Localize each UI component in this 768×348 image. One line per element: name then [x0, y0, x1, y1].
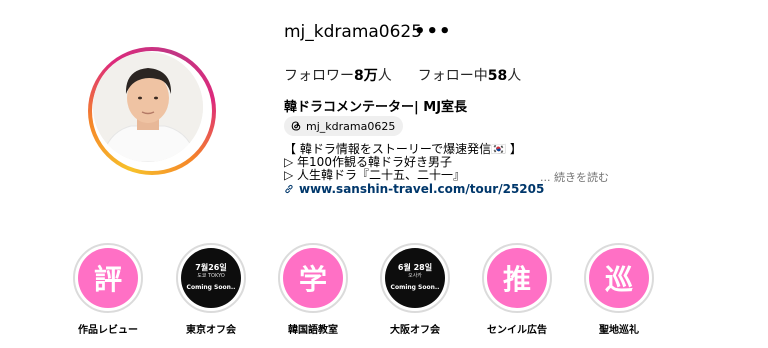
following-stat[interactable]: フォロー中58人	[418, 65, 521, 85]
highlight-label: 韓国語教室	[288, 325, 338, 336]
read-more-link[interactable]: ... 続きを読む	[540, 169, 609, 185]
threads-badge[interactable]: mj_kdrama0625	[284, 116, 404, 136]
highlight-review[interactable]: 評 作品レビュー	[63, 243, 153, 336]
highlight-ring: 推	[482, 243, 552, 313]
external-link[interactable]: www.sanshin-travel.com/tour/25205	[284, 182, 544, 196]
highlight-cover: 評	[78, 248, 138, 308]
followers-stat[interactable]: フォロワー8万人	[284, 65, 392, 85]
highlight-label: 作品レビュー	[78, 325, 138, 336]
link-icon	[285, 184, 293, 194]
avatar[interactable]	[93, 52, 203, 162]
highlight-ring: 巡	[584, 243, 654, 313]
cover-date: 7월26일	[195, 263, 227, 272]
threads-handle: mj_kdrama0625	[306, 119, 396, 133]
threads-icon	[291, 121, 301, 131]
story-highlights: 評 作品レビュー 7월26일 도쿄 TOKYO Coming Soon.. 東京…	[0, 243, 768, 348]
bio-line: ▷ 人生韓ドラ『二十五、二十一』	[284, 168, 466, 182]
followers-suffix: 人	[377, 68, 392, 84]
highlight-pilgrimage[interactable]: 巡 聖地巡礼	[574, 243, 664, 336]
highlight-ring: 評	[73, 243, 143, 313]
following-count: 58	[487, 68, 508, 84]
highlight-ring: 6월 28일 오사카 Coming Soon..	[380, 243, 450, 313]
highlight-osaka-meetup[interactable]: 6월 28일 오사카 Coming Soon.. 大阪オフ会	[370, 243, 460, 336]
profile-avatar-ring[interactable]	[88, 47, 216, 175]
following-suffix: 人	[507, 68, 522, 84]
review-glyph: 評	[93, 263, 122, 296]
external-link-text: www.sanshin-travel.com/tour/25205	[299, 182, 545, 196]
highlight-label: 聖地巡礼	[599, 325, 639, 336]
cover-note: Coming Soon..	[186, 284, 236, 291]
following-label: フォロー中	[417, 68, 488, 84]
stats-row: フォロワー8万人 フォロー中58人	[284, 65, 521, 85]
highlight-label: センイル広告	[487, 325, 547, 336]
highlight-label: 東京オフ会	[186, 325, 236, 336]
support-glyph: 推	[502, 263, 531, 296]
highlight-cover: 学	[283, 248, 343, 308]
more-options-icon[interactable]: •••	[414, 21, 452, 42]
tour-glyph: 巡	[604, 263, 633, 296]
highlight-ring: 7월26일 도쿄 TOKYO Coming Soon..	[176, 243, 246, 313]
highlight-cover: 7월26일 도쿄 TOKYO Coming Soon..	[181, 248, 241, 308]
followers-label: フォロワー	[284, 68, 354, 84]
highlight-cover: 推	[487, 248, 547, 308]
highlight-cover: 6월 28일 오사카 Coming Soon..	[385, 248, 445, 308]
profile-full-name: 韓ドラコメンテーター| MJ室長	[284, 100, 468, 115]
highlight-korean-class[interactable]: 学 韓国語教室	[268, 243, 358, 336]
cover-note: Coming Soon..	[390, 284, 440, 291]
username: mj_kdrama0625	[284, 22, 423, 42]
cover-location: 도쿄 TOKYO	[197, 273, 225, 279]
highlight-tokyo-meetup[interactable]: 7월26일 도쿄 TOKYO Coming Soon.. 東京オフ会	[166, 243, 256, 336]
highlight-cover: 巡	[589, 248, 649, 308]
avatar-photo	[93, 52, 203, 162]
cover-date: 6월 28일	[397, 263, 433, 272]
highlight-birthday-ads[interactable]: 推 センイル広告	[472, 243, 562, 336]
highlight-label: 大阪オフ会	[390, 325, 440, 336]
followers-count: 8万	[354, 68, 378, 84]
cover-location: 오사카	[408, 273, 422, 279]
bio: 【 韓ドラ情報をストーリーで爆速発信🇰🇷 】 ▷ 年100作観る韓ドラ好き男子 …	[284, 143, 522, 182]
study-glyph: 学	[298, 263, 327, 296]
highlight-ring: 学	[278, 243, 348, 313]
